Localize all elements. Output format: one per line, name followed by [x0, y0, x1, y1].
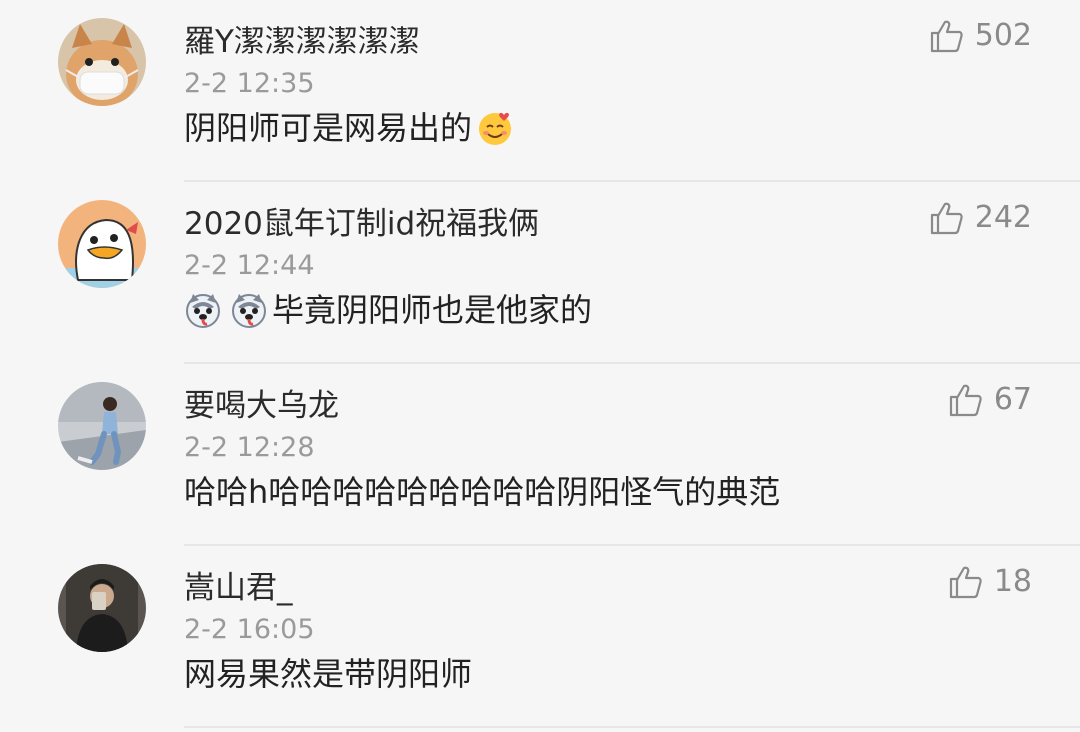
avatar[interactable]: [58, 382, 146, 470]
comment-text-body: 阴阳师可是网易出的: [184, 109, 473, 147]
timestamp: 2-2 16:05: [184, 614, 315, 645]
comment-text-body: 网易果然是带阴阳师: [184, 655, 473, 693]
comment-item: 嵩山君_ 2-2 16:05 网易果然是带阴阳师 18: [0, 546, 1080, 728]
like-button[interactable]: 18: [948, 562, 1032, 602]
comment-item: 羅Y潔潔潔潔潔潔 2-2 12:35 阴阳师可是网易出的 502: [0, 0, 1080, 182]
timestamp: 2-2 12:35: [184, 68, 315, 99]
avatar[interactable]: [58, 200, 146, 288]
comment-text: 哈哈h哈哈哈哈哈哈哈哈哈阴阳怪气的典范: [184, 462, 780, 522]
like-count: 18: [993, 564, 1032, 599]
like-button[interactable]: 242: [929, 198, 1032, 238]
timestamp: 2-2 12:44: [184, 250, 315, 281]
comment-item: 2020鼠年订制id祝福我俩 2-2 12:44 毕竟阴阳师也是他家的 242: [0, 182, 1080, 364]
like-count: 67: [993, 382, 1032, 417]
smiling-face-hearts-icon: [476, 109, 514, 147]
comment-text-body: 哈哈h哈哈哈哈哈哈哈哈哈阴阳怪气的典范: [184, 473, 781, 511]
comment-text: 阴阳师可是网易出的: [184, 98, 518, 158]
avatar[interactable]: [58, 564, 146, 652]
username[interactable]: 要喝大乌龙: [184, 384, 339, 428]
timestamp: 2-2 12:28: [184, 432, 315, 463]
username[interactable]: 2020鼠年订制id祝福我俩: [184, 202, 539, 246]
husky-face-icon: [184, 291, 222, 329]
thumbs-up-icon: [929, 18, 965, 54]
girl-photo-avatar: [58, 382, 146, 470]
comment-text: 毕竟阴阳师也是他家的: [184, 280, 592, 340]
cartoon-duck-avatar: [58, 200, 146, 288]
divider: [184, 726, 1080, 728]
like-count: 242: [974, 200, 1032, 235]
like-button[interactable]: 502: [929, 16, 1032, 56]
comment-text: 网易果然是带阴阳师: [184, 644, 472, 704]
mirror-selfie-avatar: [58, 564, 146, 652]
comment-text-body: 毕竟阴阳师也是他家的: [272, 291, 593, 329]
husky-face-icon: [230, 291, 268, 329]
thumbs-up-icon: [948, 382, 984, 418]
like-count: 502: [974, 18, 1032, 53]
thumbs-up-icon: [929, 200, 965, 236]
avatar[interactable]: [58, 18, 146, 106]
username[interactable]: 羅Y潔潔潔潔潔潔: [184, 20, 420, 64]
shiba-dog-mask-avatar: [58, 18, 146, 106]
like-button[interactable]: 67: [948, 380, 1032, 420]
comment-item: 要喝大乌龙 2-2 12:28 哈哈h哈哈哈哈哈哈哈哈哈阴阳怪气的典范 67: [0, 364, 1080, 546]
thumbs-up-icon: [948, 564, 984, 600]
username[interactable]: 嵩山君_: [184, 566, 293, 610]
